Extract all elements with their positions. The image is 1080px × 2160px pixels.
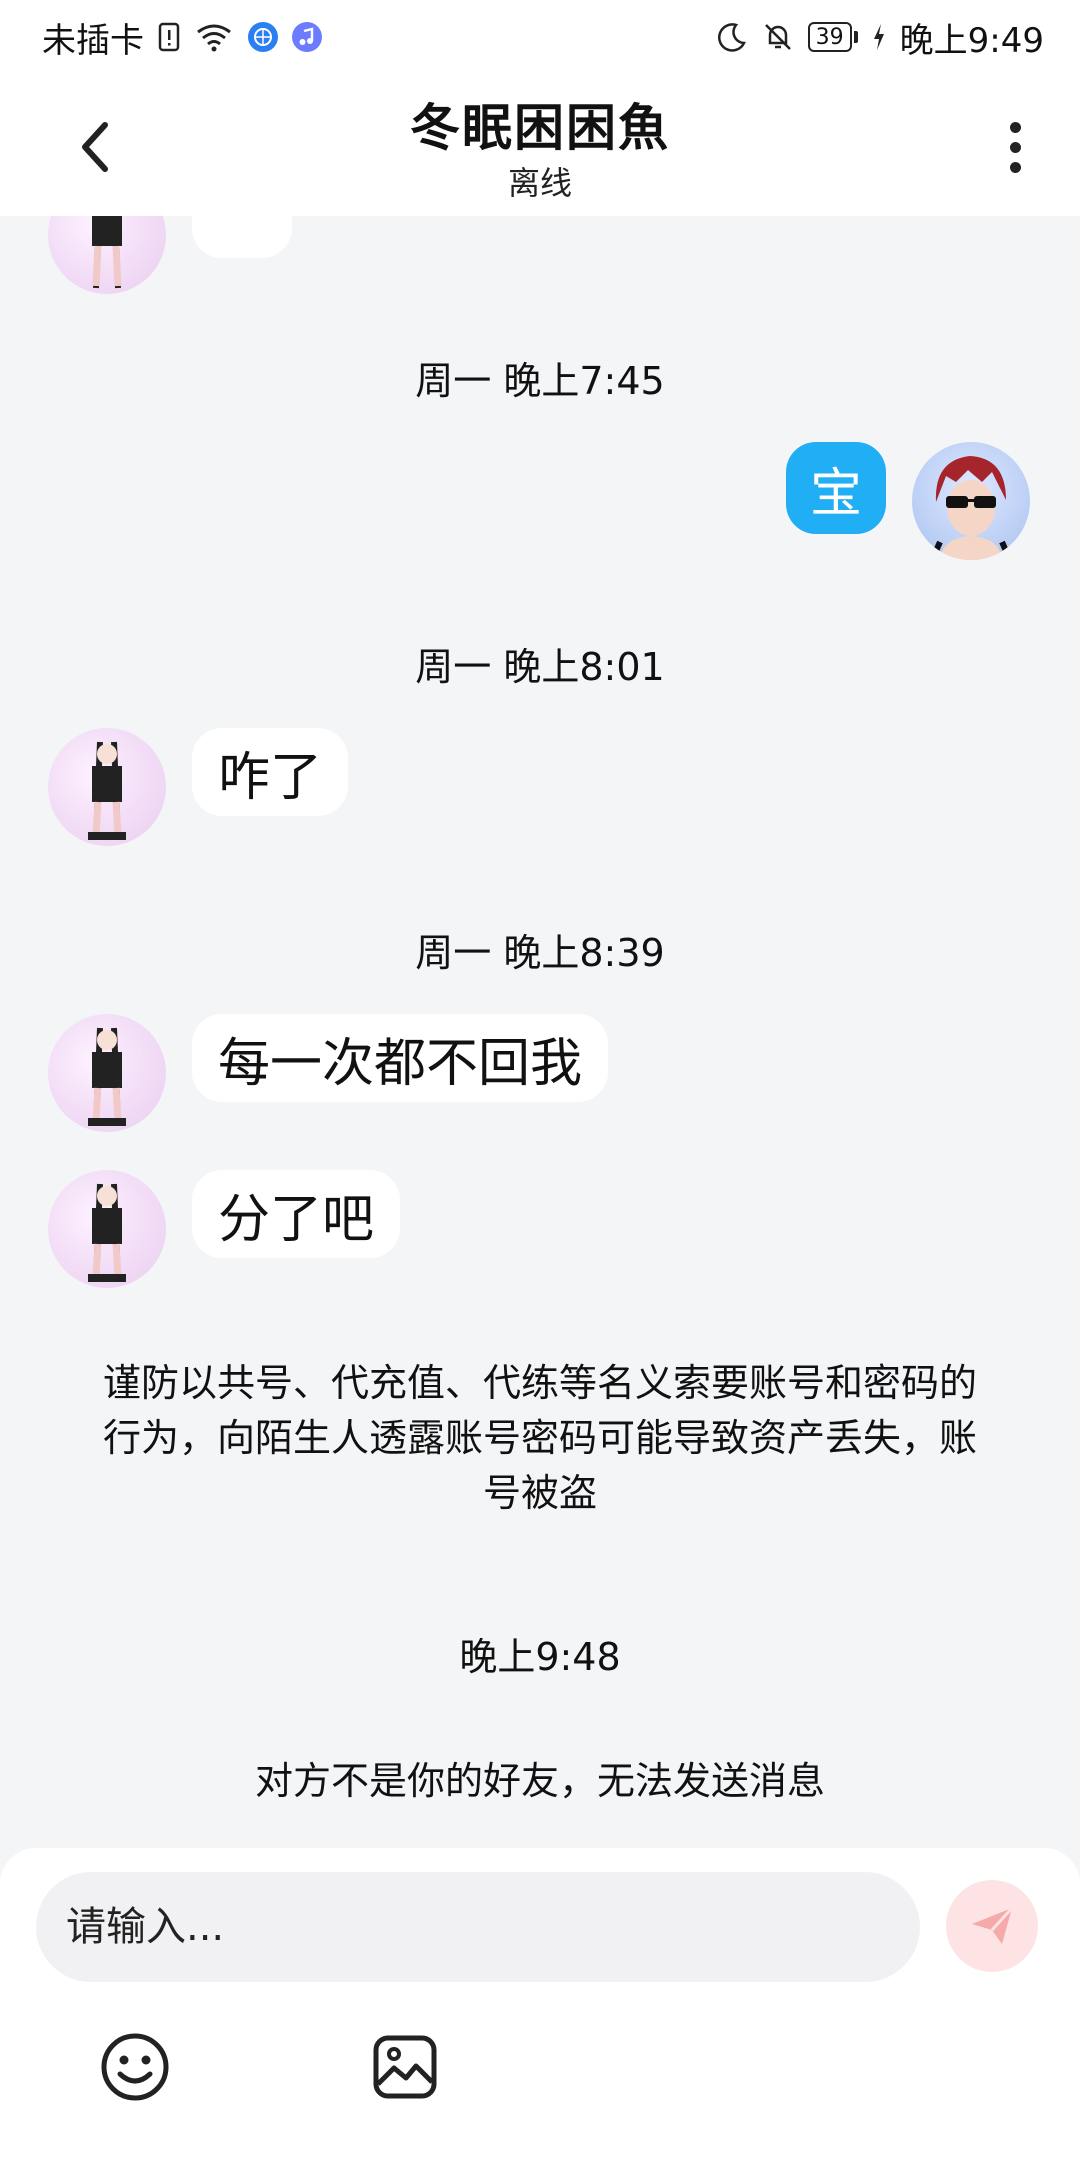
chat-header: 冬眠困困魚 离线 — [0, 74, 1080, 216]
timestamp: 周一 晚上7:45 — [415, 359, 665, 403]
system-message: 对方不是你的好友，无法发送消息 — [254, 1759, 825, 1803]
charging-icon — [872, 23, 886, 51]
moon-icon — [716, 21, 748, 53]
send-button[interactable] — [946, 1880, 1038, 1972]
contact-message-bubble[interactable]: 分了吧 — [192, 1170, 401, 1258]
contact-avatar[interactable] — [48, 216, 166, 294]
battery-level: 39 — [807, 22, 852, 52]
security-notice: 谨防以共号、代充值、代练等名义索要账号和密码的行为，向陌生人透露账号密码可能导致… — [102, 1361, 977, 1515]
message-input[interactable] — [36, 1872, 920, 1982]
emoji-button[interactable] — [98, 2030, 172, 2104]
mute-bell-icon — [762, 21, 794, 53]
my-message-bubble[interactable]: 宝 — [786, 442, 886, 534]
more-options-button[interactable] — [990, 112, 1040, 182]
sim-alert-icon — [158, 22, 180, 52]
contact-avatar[interactable] — [48, 1014, 166, 1132]
my-avatar[interactable] — [912, 442, 1030, 560]
timestamp: 周一 晚上8:01 — [415, 645, 665, 689]
input-bar — [0, 1848, 1080, 2160]
status-right: 39 晚上9:49 — [716, 13, 1044, 62]
contact-message-bubble[interactable]: 每一次都不回我 — [192, 1014, 609, 1102]
timestamp: 晚上9:48 — [459, 1635, 621, 1679]
send-icon — [972, 1906, 1014, 1944]
browser-icon — [248, 22, 278, 52]
battery-icon: 39 — [807, 22, 858, 52]
contact-avatar[interactable] — [48, 1170, 166, 1288]
timestamp: 周一 晚上8:39 — [415, 931, 665, 975]
wifi-icon — [194, 22, 234, 52]
image-button[interactable] — [368, 2030, 442, 2104]
message-bubble-partial[interactable] — [192, 216, 292, 258]
status-bar: 未插卡 39 晚上9:49 — [0, 0, 1080, 74]
contact-message-bubble[interactable]: 咋了 — [192, 728, 349, 816]
status-left: 未插卡 — [42, 13, 322, 62]
carrier-label: 未插卡 — [42, 20, 144, 61]
clock: 晚上9:49 — [899, 20, 1044, 61]
contact-avatar[interactable] — [48, 728, 166, 846]
contact-name: 冬眠困困魚 — [410, 99, 670, 157]
contact-status: 离线 — [507, 164, 572, 202]
smiley-icon — [101, 2033, 169, 2101]
music-icon — [292, 22, 322, 52]
image-icon — [373, 2035, 437, 2099]
message-list[interactable]: 周一 晚上7:45 宝 周一 晚上8:01 咋了 周一 晚上8:39 每一次都不… — [0, 216, 1080, 1848]
